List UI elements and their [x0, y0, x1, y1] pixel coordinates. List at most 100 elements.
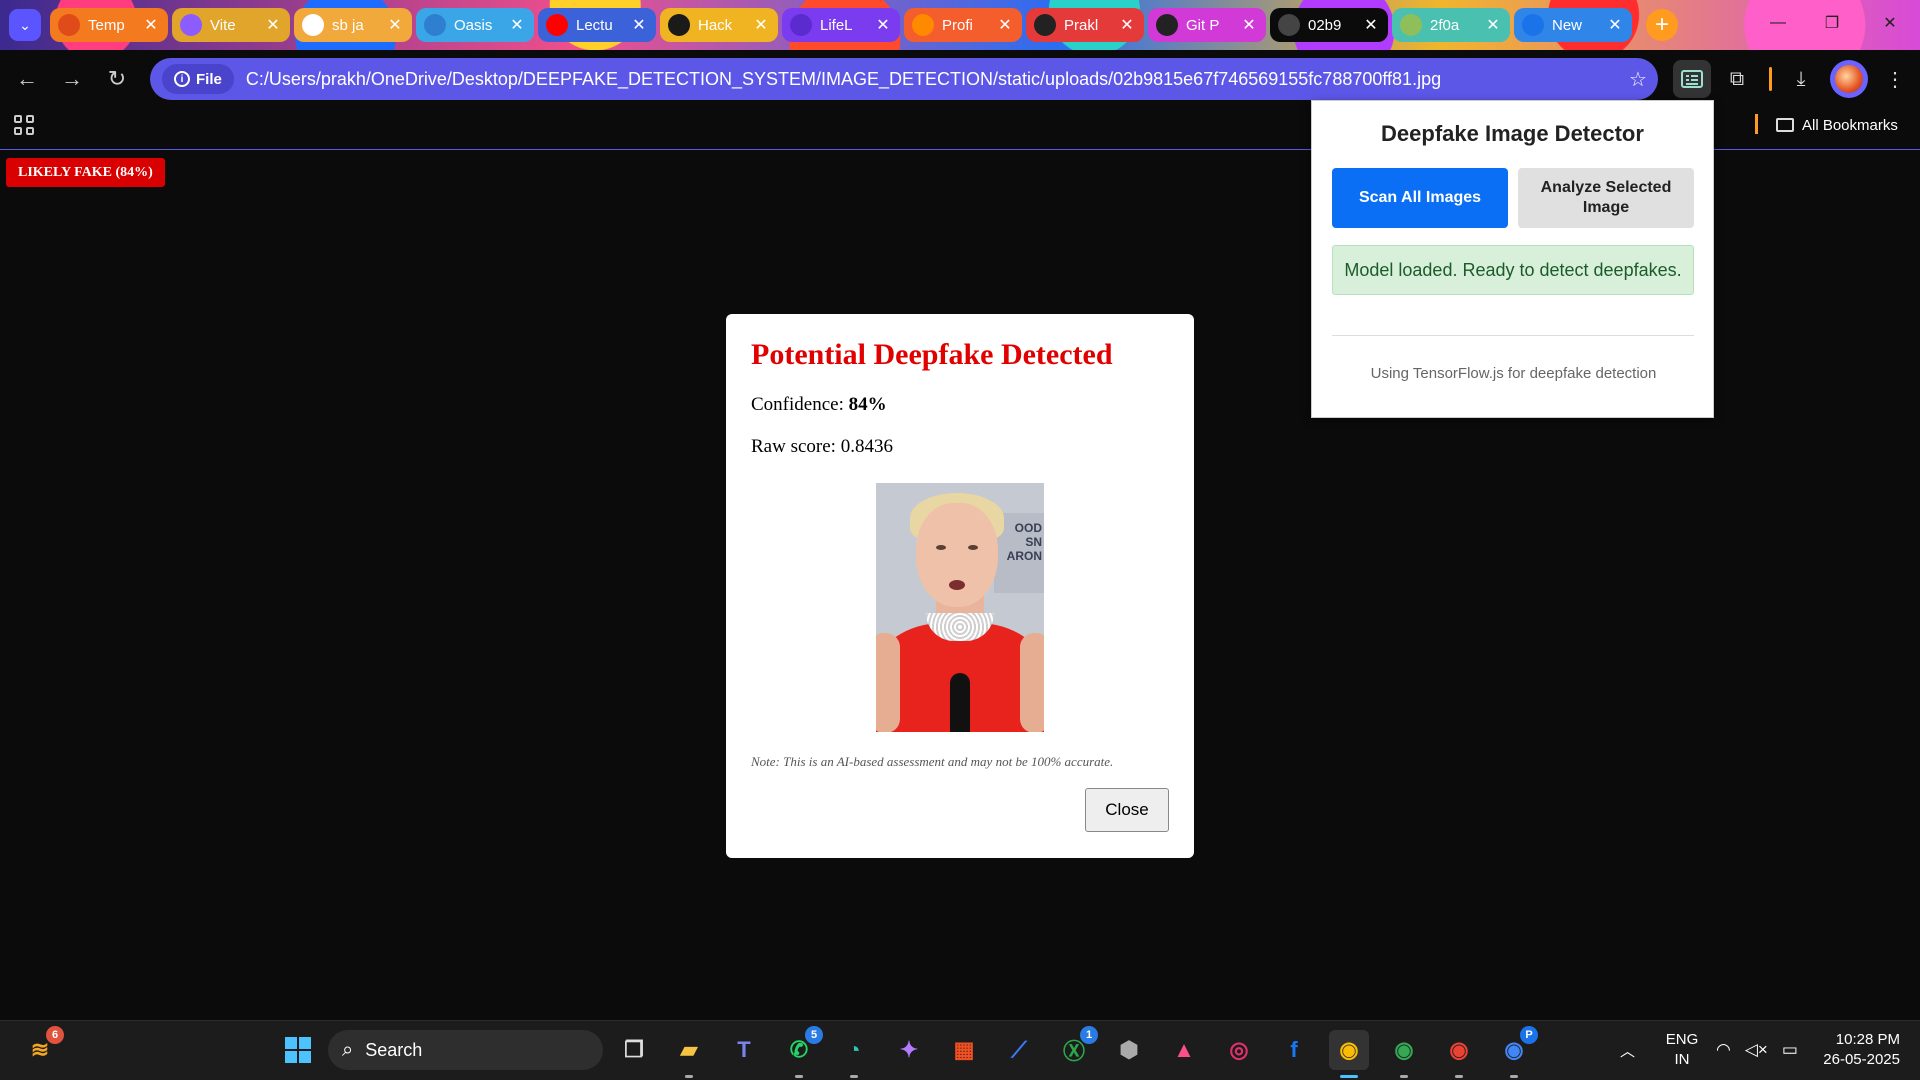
teams-button[interactable]: T: [724, 1030, 764, 1070]
tab-title: Oasis: [454, 16, 493, 34]
time-text: 10:28 PM: [1835, 1031, 1900, 1048]
tab-1[interactable]: Vite ✕: [172, 8, 290, 42]
forward-button[interactable]: →: [55, 62, 89, 96]
popup-footer: Using TensorFlow.js for deepfake detecti…: [1370, 365, 1657, 382]
toolbar-separator: [1769, 67, 1772, 91]
vscode-insiders-button[interactable]: ⟋: [999, 1030, 1039, 1070]
tab-close-icon[interactable]: ✕: [1484, 15, 1502, 35]
back-button[interactable]: ←: [10, 62, 44, 96]
extension-grid-icon: [1681, 70, 1703, 88]
tab-close-icon[interactable]: ✕: [630, 15, 648, 35]
bookmark-star-icon[interactable]: ☆: [1618, 67, 1658, 92]
date-text: 26-05-2025: [1823, 1051, 1900, 1068]
copilot-icon: ✦: [899, 1037, 919, 1062]
info-icon: i: [174, 71, 190, 87]
widgets-button[interactable]: ≋ 6: [20, 1026, 64, 1070]
menu-kebab-icon[interactable]: ⋮: [1876, 60, 1914, 98]
facebook-button[interactable]: f: [1274, 1030, 1314, 1070]
tab-close-icon[interactable]: ✕: [142, 15, 160, 35]
close-window-button[interactable]: ✕: [1868, 8, 1912, 38]
show-hidden-icons-button[interactable]: ︿: [1620, 1040, 1635, 1061]
raw-score-line: Raw score: 0.8436: [751, 436, 1169, 458]
minimize-icon: —: [1770, 14, 1786, 31]
template-icon: [58, 14, 80, 36]
tab-0[interactable]: Temp ✕: [50, 8, 168, 42]
tab-5[interactable]: Hack ✕: [660, 8, 778, 42]
chrome-profile-2-button[interactable]: ◉: [1384, 1030, 1424, 1078]
running-indicator: [685, 1075, 693, 1078]
apps-grid-icon[interactable]: [14, 115, 34, 135]
tab-close-icon[interactable]: ✕: [1240, 15, 1258, 35]
url-text[interactable]: C:/Users/prakh/OneDrive/Desktop/DEEPFAKE…: [246, 69, 1618, 90]
teams-icon: T: [737, 1037, 751, 1062]
reload-button[interactable]: ↻: [100, 62, 134, 96]
deepfake-extension-icon[interactable]: [1673, 60, 1711, 98]
tab-10[interactable]: 02b9 ✕: [1270, 8, 1388, 42]
windows-logo-icon: [285, 1037, 311, 1063]
tab-title: Git P: [1186, 16, 1220, 34]
affinity-button[interactable]: ▲: [1164, 1030, 1204, 1070]
chrome-profile-3-button[interactable]: ◉: [1439, 1030, 1479, 1078]
github-icon: [1034, 14, 1056, 36]
new-tab-button[interactable]: +: [1646, 9, 1678, 41]
analyze-selected-image-button[interactable]: Analyze Selected Image: [1518, 168, 1694, 228]
file-explorer-button[interactable]: ▰: [669, 1030, 709, 1078]
copilot-button[interactable]: ✦: [889, 1030, 929, 1070]
edge-button[interactable]: ◔: [834, 1030, 874, 1078]
tab-close-icon[interactable]: ✕: [1118, 15, 1136, 35]
instagram-button[interactable]: ◎: [1219, 1030, 1259, 1070]
tab-7[interactable]: Profi ✕: [904, 8, 1022, 42]
raw-score-label: Raw score:: [751, 436, 841, 457]
whatsapp-button[interactable]: ✆ 5: [779, 1026, 823, 1078]
language-indicator[interactable]: ENG IN: [1662, 1030, 1702, 1070]
start-button[interactable]: [278, 1030, 318, 1070]
close-button[interactable]: Close: [1085, 788, 1169, 832]
tab-close-icon[interactable]: ✕: [1606, 15, 1624, 35]
tab-close-icon[interactable]: ✕: [386, 15, 404, 35]
tab-strip: ⌄ Temp ✕ Vite ✕ sb ja ✕ Oasis ✕ Lectu ✕ Hack ✕ LifeL…: [0, 0, 1920, 50]
tab-search-button[interactable]: ⌄: [9, 9, 41, 41]
clock[interactable]: 10:28 PM 26-05-2025: [1810, 1030, 1900, 1070]
store-button[interactable]: ▦: [944, 1030, 984, 1070]
tab-title: Prakl: [1064, 16, 1099, 34]
taskbar-search[interactable]: ⌕ Search: [328, 1030, 603, 1070]
download-icon[interactable]: ⤓: [1782, 60, 1820, 98]
bookmarks-separator: [1755, 114, 1758, 134]
tab-2[interactable]: sb ja ✕: [294, 8, 412, 42]
tab-close-icon[interactable]: ✕: [508, 15, 526, 35]
address-bar[interactable]: i File C:/Users/prakh/OneDrive/Desktop/D…: [150, 58, 1658, 100]
confidence-line: Confidence: 84%: [751, 394, 1169, 416]
extensions-puzzle-icon[interactable]: ⧉: [1718, 60, 1756, 98]
modal-title: Potential Deepfake Detected: [751, 338, 1113, 371]
tab-close-icon[interactable]: ✕: [996, 15, 1014, 35]
tab-12[interactable]: New ✕: [1514, 8, 1632, 42]
running-indicator: [1455, 1075, 1463, 1078]
tab-8[interactable]: Prakl ✕: [1026, 8, 1144, 42]
tab-close-icon[interactable]: ✕: [264, 15, 282, 35]
chrome-profile-4-button[interactable]: ◉ P: [1494, 1026, 1538, 1078]
youtube-icon: [546, 14, 568, 36]
xbox-button[interactable]: Ⓧ 1: [1054, 1026, 1098, 1070]
restore-button[interactable]: ❐: [1810, 8, 1854, 38]
plus-icon: +: [1654, 11, 1669, 38]
tab-close-icon[interactable]: ✕: [1362, 15, 1380, 35]
site-info-chip[interactable]: i File: [162, 64, 234, 94]
minimize-button[interactable]: —: [1756, 8, 1800, 38]
tab-close-icon[interactable]: ✕: [752, 15, 770, 35]
tab-close-icon[interactable]: ✕: [874, 15, 892, 35]
tab-3[interactable]: Oasis ✕: [416, 8, 534, 42]
tab-11[interactable]: 2f0a ✕: [1392, 8, 1510, 42]
app-button-hex[interactable]: ⬢: [1109, 1030, 1149, 1070]
task-view-button[interactable]: ❐: [614, 1030, 654, 1070]
system-tray[interactable]: ◠ ◁× ▭: [1716, 1040, 1798, 1060]
tab-9[interactable]: Git P ✕: [1148, 8, 1266, 42]
task-view-icon: ❐: [624, 1037, 644, 1062]
chrome-profile-1-button[interactable]: ◉: [1329, 1030, 1369, 1078]
profile-avatar[interactable]: [1830, 60, 1868, 98]
all-bookmarks-button[interactable]: All Bookmarks: [1776, 112, 1898, 138]
firefox-icon: [912, 14, 934, 36]
tab-4[interactable]: Lectu ✕: [538, 8, 656, 42]
scan-all-images-button[interactable]: Scan All Images: [1332, 168, 1508, 228]
chevron-down-icon: ⌄: [19, 16, 31, 33]
tab-6[interactable]: LifeL ✕: [782, 8, 900, 42]
